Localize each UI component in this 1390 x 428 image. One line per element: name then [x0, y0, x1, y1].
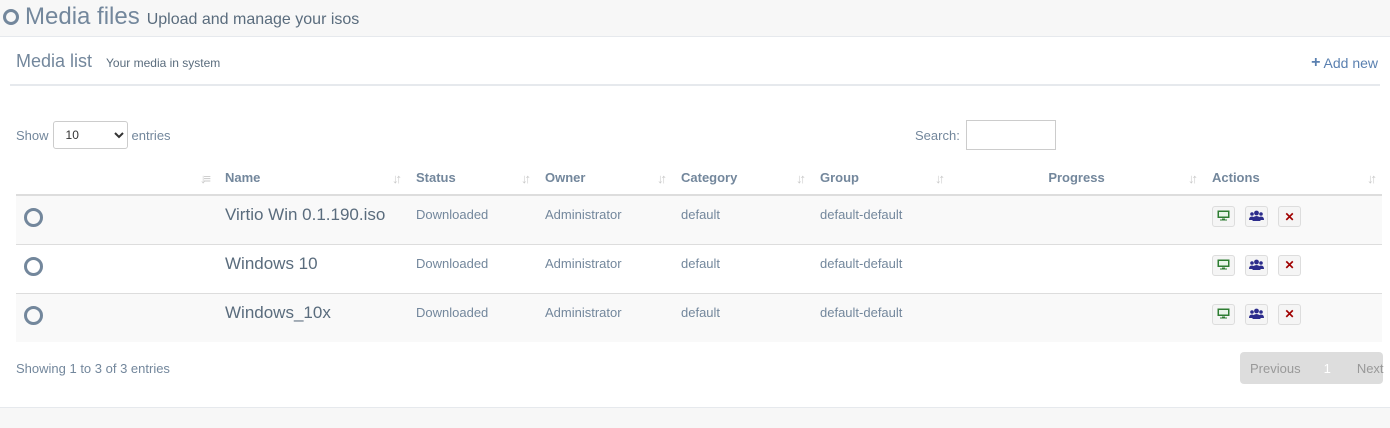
panel-title: Media list: [16, 51, 93, 71]
desktop-button[interactable]: [1212, 254, 1235, 276]
status-cell: Downloaded: [407, 195, 536, 244]
status-cell: Downloaded: [407, 292, 536, 342]
column-name[interactable]: Name ↓↑: [216, 161, 407, 196]
table-row: Virtio Win 0.1.190.iso Downloaded Administ…: [16, 195, 1382, 244]
table-row: Windows_10x Downloaded Administrator defaul…: [16, 292, 1382, 342]
column-category[interactable]: Category ↓↑: [672, 161, 811, 196]
column-category-label: Category: [681, 170, 738, 185]
desktop-button[interactable]: [1212, 206, 1235, 227]
actions-cell: ✕: [1203, 195, 1382, 244]
media-list-panel: Media list Your media in system + Add ne…: [0, 36, 1390, 408]
category-cell: default: [672, 292, 811, 342]
column-status-label: Status: [416, 170, 456, 185]
progress-cell: [950, 243, 1203, 293]
page-title: Media files: [25, 3, 140, 30]
table-row: Windows 10 Downloaded Administrator default…: [16, 243, 1382, 293]
users-button[interactable]: [1245, 206, 1268, 227]
previous-button[interactable]: Previous: [1250, 361, 1301, 376]
page-1-button[interactable]: 1: [1324, 361, 1331, 376]
row-select-radio[interactable]: [24, 256, 43, 276]
circle-icon: [3, 9, 19, 25]
show-label: Show: [16, 127, 49, 143]
sort-icon: ↓↑: [392, 171, 402, 186]
column-actions[interactable]: Actions ↓↑: [1203, 161, 1382, 196]
column-select[interactable]: ↓≡: [16, 161, 216, 196]
search-label: Search:: [915, 127, 960, 143]
category-cell: default: [672, 243, 811, 293]
column-owner[interactable]: Owner ↓↑: [536, 161, 672, 196]
status-cell: Downloaded: [407, 243, 536, 293]
row-select-radio[interactable]: [24, 305, 43, 325]
sort-icon: ↓↑: [657, 171, 667, 186]
table-info: Showing 1 to 3 of 3 entries: [16, 361, 170, 376]
panel-subtitle: Your media in system: [106, 56, 221, 70]
next-button[interactable]: Next: [1357, 361, 1384, 376]
desktop-icon: [1217, 307, 1230, 322]
entries-label: entries: [131, 127, 171, 143]
users-icon: [1249, 307, 1264, 322]
page-subtitle: Upload and manage your isos: [146, 10, 360, 28]
column-group-label: Group: [820, 170, 859, 185]
desktop-icon: [1217, 258, 1230, 273]
users-icon: [1249, 258, 1264, 273]
search-control: Search:: [915, 120, 1056, 150]
sort-desc-icon: ↓≡: [199, 171, 211, 186]
actions-cell: ✕: [1203, 292, 1382, 342]
plus-icon: +: [1311, 54, 1321, 71]
users-icon: [1249, 209, 1264, 224]
name-cell: Windows_10x: [216, 292, 407, 342]
select-cell: [16, 243, 216, 293]
delete-button[interactable]: ✕: [1278, 303, 1301, 325]
select-cell: [16, 195, 216, 244]
desktop-button[interactable]: [1212, 303, 1235, 325]
progress-cell: [950, 292, 1203, 342]
pagination: Previous 1 Next: [1240, 352, 1384, 384]
column-owner-label: Owner: [545, 170, 586, 185]
group-cell: default-default: [811, 243, 950, 293]
add-new-button[interactable]: + Add new: [1311, 54, 1378, 72]
owner-cell: Administrator: [536, 243, 672, 293]
delete-button[interactable]: ✕: [1278, 254, 1301, 276]
page-length-control: Show 10 entries: [16, 121, 171, 149]
progress-cell: [950, 195, 1203, 244]
sort-icon: ↓↑: [1188, 171, 1198, 186]
table-header-row: ↓≡ Name ↓↑ Status ↓↑ Owner ↓↑ Category ↓↑ Gr…: [16, 161, 1382, 196]
search-input[interactable]: [965, 120, 1056, 150]
column-status[interactable]: Status ↓↑: [407, 161, 536, 196]
owner-cell: Administrator: [536, 195, 672, 244]
sort-icon: ↓↑: [796, 171, 806, 186]
column-group[interactable]: Group ↓↑: [811, 161, 950, 196]
group-cell: default-default: [811, 195, 950, 244]
page-header: Media files Upload and manage your isos: [3, 0, 359, 34]
sort-icon: ↓↑: [521, 171, 531, 186]
actions-cell: ✕: [1203, 243, 1382, 293]
name-cell: Virtio Win 0.1.190.iso: [216, 195, 407, 244]
column-progress[interactable]: Progress ↓↑: [950, 161, 1203, 196]
column-progress-label: Progress: [1048, 170, 1105, 185]
column-actions-label: Actions: [1212, 170, 1260, 185]
sort-icon: ↓↑: [1367, 171, 1377, 186]
users-button[interactable]: [1245, 303, 1268, 325]
delete-icon: ✕: [1284, 258, 1295, 272]
group-cell: default-default: [811, 292, 950, 342]
panel-divider: [10, 84, 1380, 86]
name-cell: Windows 10: [216, 243, 407, 293]
column-name-label: Name: [225, 170, 261, 185]
delete-icon: ✕: [1284, 209, 1295, 224]
panel-header: Media list Your media in system: [16, 51, 220, 72]
select-cell: [16, 292, 216, 342]
delete-icon: ✕: [1284, 307, 1295, 321]
delete-button[interactable]: ✕: [1278, 206, 1301, 227]
desktop-icon: [1217, 209, 1230, 224]
row-select-radio[interactable]: [24, 208, 43, 227]
category-cell: default: [672, 195, 811, 244]
users-button[interactable]: [1245, 254, 1268, 276]
page-length-select[interactable]: 10: [52, 121, 128, 149]
add-new-label: Add new: [1323, 55, 1378, 71]
media-table: ↓≡ Name ↓↑ Status ↓↑ Owner ↓↑ Category ↓↑ Gr…: [16, 161, 1382, 342]
owner-cell: Administrator: [536, 292, 672, 342]
sort-icon: ↓↑: [935, 171, 945, 186]
